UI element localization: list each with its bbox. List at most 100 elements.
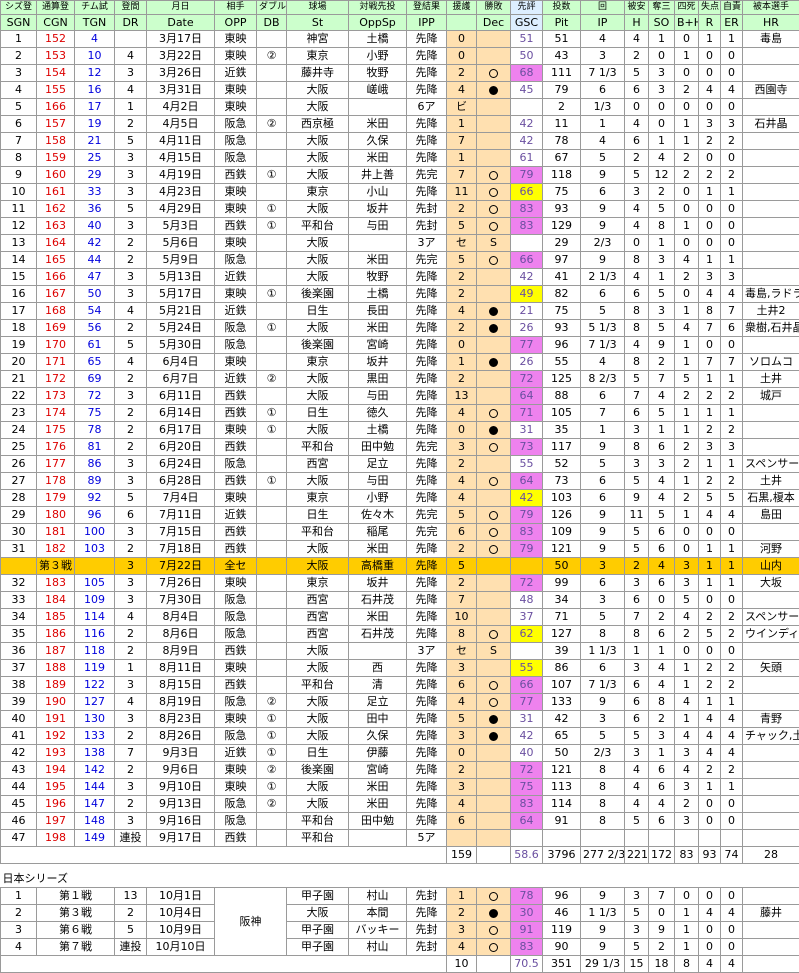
cell-db: [257, 592, 287, 609]
total-pit: 3796: [543, 847, 581, 864]
cell-st: 大阪: [287, 905, 349, 922]
cell-so: 5: [649, 286, 675, 303]
cell-sgn: 39: [1, 694, 37, 711]
cell-st: 平和台: [287, 524, 349, 541]
cell-ipp: 先降: [407, 337, 447, 354]
cell-ip: 7 1/3: [581, 677, 625, 694]
loss-dot-icon: [489, 715, 498, 724]
cell-db: ②: [257, 762, 287, 779]
cell-bh: 2: [675, 626, 699, 643]
table-row: 241757826月17日東映①大阪土橋先降03135131122: [1, 422, 799, 439]
cell-db: [257, 354, 287, 371]
cell-er: 1: [721, 31, 743, 48]
cell-ip: 8: [581, 762, 625, 779]
table-row: 271788936月28日西鉄①大阪与田先降46473654122土井: [1, 473, 799, 490]
cell-h: 4: [625, 269, 649, 286]
cell-r: 1: [699, 456, 721, 473]
cell-gsc: 40: [511, 745, 543, 762]
cell-sgn: 41: [1, 728, 37, 745]
cell-r: 2: [699, 762, 721, 779]
cell-cgn: 161: [37, 184, 75, 201]
cell-date: 5月13日: [147, 269, 215, 286]
cell-sup: 5: [447, 711, 477, 728]
cell-sup: 4: [447, 939, 477, 956]
table-row: 4619714839月16日阪急平和台田中勉先降66491856300: [1, 813, 799, 830]
cell-dr: 3: [115, 592, 147, 609]
cell-cgn: 193: [37, 745, 75, 762]
cell-ip: 3: [581, 48, 625, 65]
table-row: 91602934月19日西鉄①大阪井上善先完7791189512222: [1, 167, 799, 184]
cell-db: ①: [257, 320, 287, 337]
cell-tgn: 75: [75, 405, 115, 422]
cell-st: 神宮: [287, 31, 349, 48]
cell-gsc: 42: [511, 490, 543, 507]
cell-h: 6: [625, 286, 649, 303]
cell-st: 大阪: [287, 133, 349, 150]
cell-ip: 3: [581, 711, 625, 728]
table-row: 1第１戦1310月1日阪神甲子園村山先封17896937000: [1, 888, 799, 905]
cell-gsc: 31: [511, 422, 543, 439]
column-header: H: [625, 15, 649, 31]
cell-ip: 9: [581, 507, 625, 524]
cell-er: 0: [721, 48, 743, 65]
cell-h: 8: [625, 320, 649, 337]
cell-ipp: 先降: [407, 728, 447, 745]
cell-sup: 4: [447, 82, 477, 99]
cell-st: 大阪: [287, 694, 349, 711]
cell-h: 2: [625, 48, 649, 65]
cell-st: 大阪: [287, 201, 349, 218]
cell-pit: 125: [543, 371, 581, 388]
cell-hr: 藤井: [743, 905, 799, 922]
cell-ip: 8: [581, 813, 625, 830]
column-header: SGN: [1, 15, 37, 31]
column-header: CGN: [37, 15, 75, 31]
cell-gsc: 72: [511, 762, 543, 779]
cell-tgn: 47: [75, 269, 115, 286]
cell-st: 後楽園: [287, 286, 349, 303]
decision-cell: [477, 609, 511, 626]
cell-db: ①: [257, 728, 287, 745]
cell-tgn: 149: [75, 830, 115, 847]
cell-r: 0: [699, 235, 721, 252]
cell-st: 藤井寺: [287, 65, 349, 82]
cell-dr: 3: [115, 813, 147, 830]
cell-sup: 2: [447, 286, 477, 303]
cell-hr: ウインディ,中田: [743, 626, 799, 643]
cell-bh: 1: [675, 218, 699, 235]
cell-sgn: 13: [1, 235, 37, 252]
cell-dr: 7: [115, 745, 147, 762]
cell-so: 6: [649, 524, 675, 541]
cell-sup: 5: [447, 218, 477, 235]
cell-pit: 113: [543, 779, 581, 796]
cell-so: 3: [649, 82, 675, 99]
table-row: 191706155月30日阪急後楽園宮崎先降077967 1/349100: [1, 337, 799, 354]
column-header: 登間: [115, 1, 147, 15]
cell-sgn: 5: [1, 99, 37, 116]
cell-ipp: 先降: [407, 779, 447, 796]
table-row: 81592534月15日阪急大阪米田先降16167524200: [1, 150, 799, 167]
cell-dr: 1: [115, 99, 147, 116]
cell-bh: 1: [675, 711, 699, 728]
cell-sup: 2: [447, 269, 477, 286]
loss-dot-icon: [489, 86, 498, 95]
cell-db: ②: [257, 371, 287, 388]
cell-r: 1: [699, 405, 721, 422]
table-row: 3318410937月30日阪急西宮石井茂先降74834360500: [1, 592, 799, 609]
cell-ipp: 先降: [407, 660, 447, 677]
cell-oppsp: [349, 99, 407, 116]
cell-st: 大阪: [287, 728, 349, 745]
cell-h: 7: [625, 388, 649, 405]
cell-sup: 3: [447, 660, 477, 677]
cell-h: 4: [625, 762, 649, 779]
cell-gsc: 55: [511, 660, 543, 677]
total-ip: 277 2/3: [581, 847, 625, 864]
cell-sup: 8: [447, 626, 477, 643]
cell-ipp: 3ア: [407, 235, 447, 252]
cell-bh: 2: [675, 388, 699, 405]
table-row: 3919012748月19日阪急②大阪足立先降477133968411: [1, 694, 799, 711]
cell-st: 大阪: [287, 660, 349, 677]
win-circle-icon: [489, 477, 498, 486]
cell-sgn: 6: [1, 116, 37, 133]
cell-so: 0: [649, 116, 675, 133]
cell-ipp: 先降: [407, 184, 447, 201]
